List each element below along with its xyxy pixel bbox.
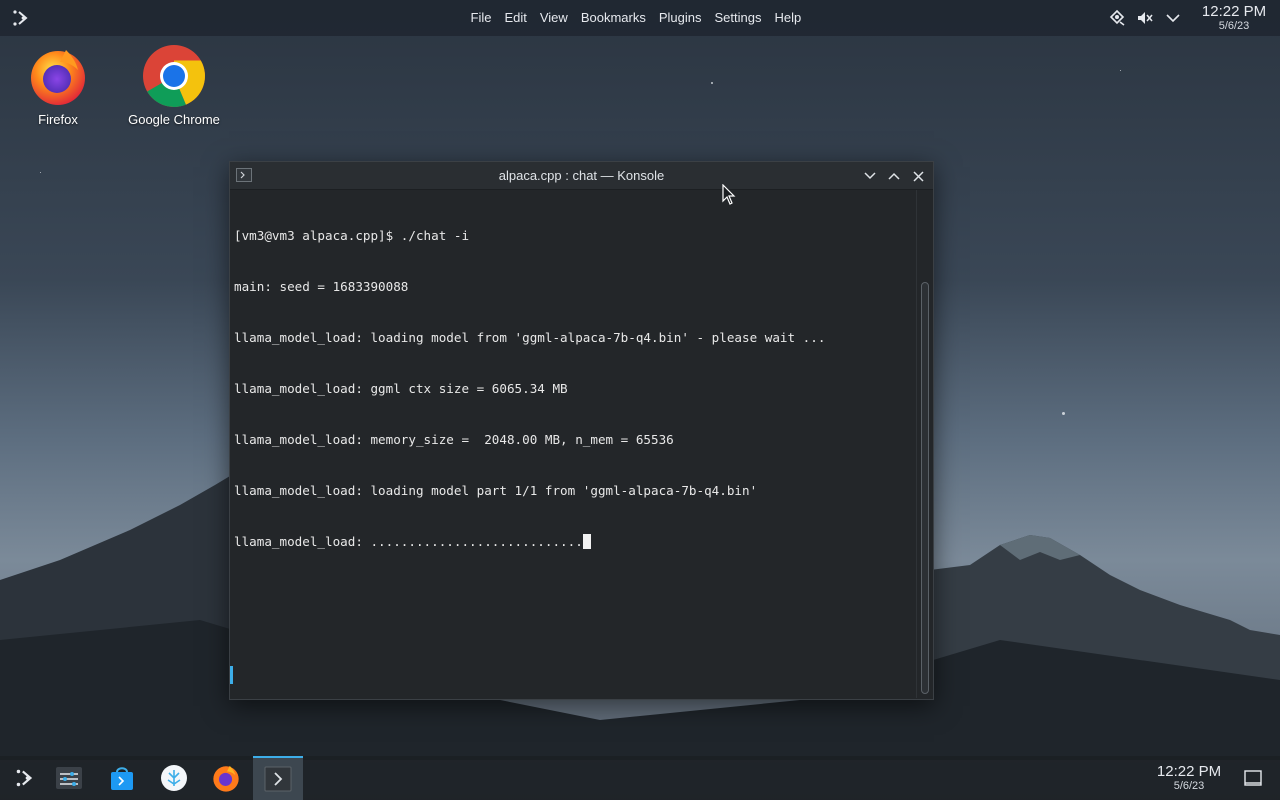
minimize-button[interactable] xyxy=(861,167,879,185)
konsole-icon xyxy=(264,766,292,792)
desktop-icon-firefox[interactable]: Firefox xyxy=(3,44,113,127)
app-launcher-icon xyxy=(16,769,33,787)
menu-help[interactable]: Help xyxy=(768,0,808,36)
plasma-vault-icon xyxy=(161,765,187,791)
menu-edit[interactable]: Edit xyxy=(498,0,533,36)
terminal-line-current: llama_model_load: ......................… xyxy=(234,533,914,550)
window-title: alpaca.cpp : chat — Konsole xyxy=(498,168,665,183)
firefox-icon xyxy=(26,44,90,108)
desktop-icon-label: Google Chrome xyxy=(128,112,220,127)
desktop-icon-chrome[interactable]: Google Chrome xyxy=(119,44,229,127)
digital-clock[interactable]: 12:22 PM 5/6/23 xyxy=(1196,3,1272,33)
terminal-line: main: seed = 1683390088 xyxy=(234,279,409,294)
top-panel: File Edit View Bookmarks Plugins Setting… xyxy=(0,0,1280,36)
show-desktop-button[interactable] xyxy=(1244,769,1262,787)
maximize-button[interactable] xyxy=(885,167,903,185)
desktop-icon-label: Firefox xyxy=(38,112,78,127)
taskbar-konsole[interactable] xyxy=(253,756,303,800)
konsole-window: alpaca.cpp : chat — Konsole [vm3@vm3 alp… xyxy=(229,161,934,700)
clock-time: 12:22 PM xyxy=(1201,3,1267,20)
system-tray: 12:22 PM 5/6/23 xyxy=(1106,0,1272,36)
terminal-line: llama_model_load: memory_size = 2048.00 … xyxy=(234,432,674,447)
firefox-icon xyxy=(213,765,239,792)
taskbar-app-launcher[interactable] xyxy=(0,756,50,800)
terminal-focus-marker xyxy=(230,666,233,684)
menu-plugins[interactable]: Plugins xyxy=(652,0,708,36)
taskbar-discover[interactable] xyxy=(97,756,147,800)
terminal-line: llama_model_load: loading model part 1/1… xyxy=(234,483,758,498)
terminal-cursor xyxy=(582,534,591,549)
show-desktop-icon xyxy=(1244,770,1262,786)
volume-muted-icon[interactable] xyxy=(1134,7,1156,29)
window-titlebar[interactable]: alpaca.cpp : chat — Konsole xyxy=(230,162,933,190)
terminal-line: llama_model_load: ......................… xyxy=(234,534,583,549)
system-settings-icon xyxy=(56,767,82,789)
taskbar-system-settings[interactable] xyxy=(44,756,94,800)
global-menu: File Edit View Bookmarks Plugins Setting… xyxy=(464,0,808,36)
scrollbar-separator xyxy=(916,190,917,698)
terminal-line: llama_model_load: loading model from 'gg… xyxy=(234,330,826,345)
clock-time: 12:22 PM xyxy=(1156,763,1222,780)
terminal-line: llama_model_load: ggml ctx size = 6065.3… xyxy=(234,381,568,396)
application-launcher-icon[interactable] xyxy=(10,8,32,28)
menu-view[interactable]: View xyxy=(533,0,574,36)
taskbar-firefox[interactable] xyxy=(201,756,251,800)
network-icon[interactable] xyxy=(1106,7,1128,29)
taskbar-plasma-vault[interactable] xyxy=(149,756,199,800)
terminal-output[interactable]: [vm3@vm3 alpaca.cpp]$ ./chat -i main: se… xyxy=(230,190,914,698)
taskbar: 12:22 PM 5/6/23 xyxy=(0,756,1280,800)
discover-store-icon xyxy=(111,767,133,790)
mouse-pointer-icon xyxy=(722,184,736,205)
clock-date: 5/6/23 xyxy=(1218,20,1250,32)
terminal-scrollbar[interactable] xyxy=(921,282,929,694)
taskbar-clock[interactable]: 12:22 PM 5/6/23 xyxy=(1150,764,1228,793)
menu-file[interactable]: File xyxy=(464,0,498,36)
close-button[interactable] xyxy=(909,167,927,185)
chevron-down-icon[interactable] xyxy=(1162,7,1184,29)
menu-settings[interactable]: Settings xyxy=(708,0,768,36)
chrome-icon xyxy=(142,44,206,108)
menu-bookmarks[interactable]: Bookmarks xyxy=(574,0,652,36)
terminal-line: [vm3@vm3 alpaca.cpp]$ ./chat -i xyxy=(234,228,470,243)
clock-date: 5/6/23 xyxy=(1173,780,1205,792)
